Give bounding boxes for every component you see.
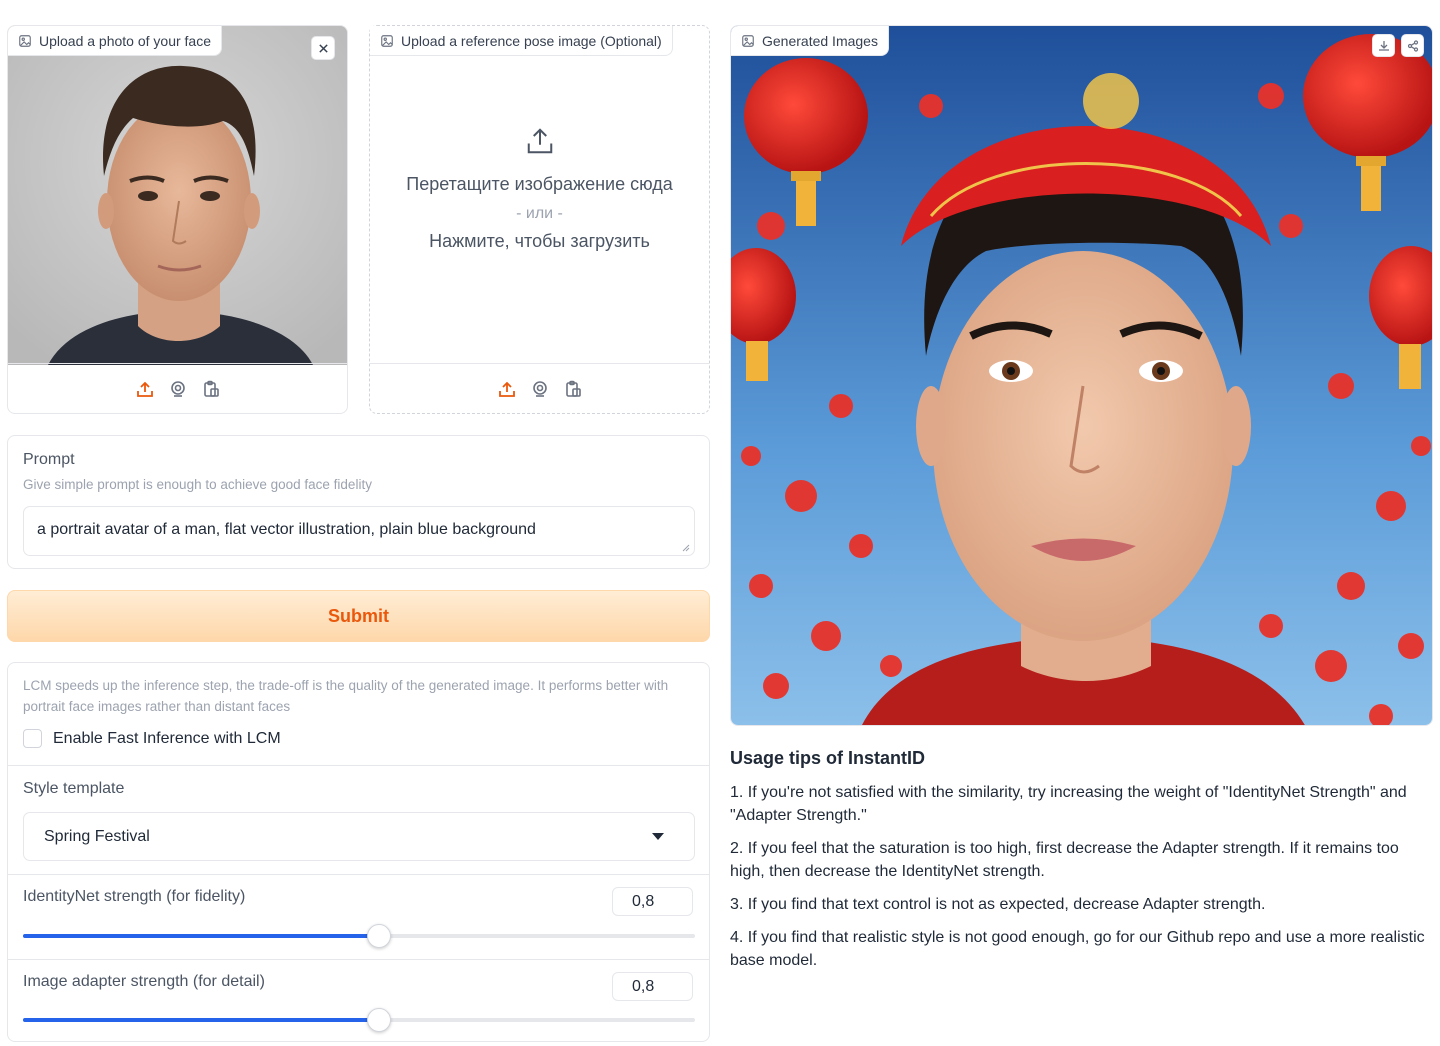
image-icon bbox=[19, 34, 31, 47]
generated-images-label: Generated Images bbox=[731, 26, 889, 56]
share-button[interactable] bbox=[1401, 34, 1424, 57]
prompt-label: Prompt bbox=[23, 451, 75, 468]
lcm-info: LCM speeds up the inference step, the tr… bbox=[23, 678, 669, 714]
identitynet-label: IdentityNet strength (for fidelity) bbox=[23, 888, 246, 905]
identitynet-slider[interactable] bbox=[23, 924, 695, 948]
prompt-input-value: a portrait avatar of a man, flat vector … bbox=[37, 521, 536, 538]
tip-item: 3. If you find that text control is not … bbox=[730, 896, 1266, 913]
face-upload-label-text: Upload a photo of your face bbox=[39, 32, 212, 49]
pose-source-icons bbox=[370, 363, 709, 413]
generated-images-panel: Generated Images bbox=[730, 25, 1433, 726]
clipboard-icon[interactable] bbox=[562, 378, 583, 399]
generated-image[interactable] bbox=[731, 26, 1432, 725]
adapter-slider[interactable] bbox=[23, 1008, 695, 1032]
webcam-icon[interactable] bbox=[529, 378, 550, 399]
adapter-label: Image adapter strength (for detail) bbox=[23, 973, 265, 990]
usage-tips: Usage tips of InstantID 1. If you're not… bbox=[730, 748, 1433, 982]
resize-grip-icon[interactable] bbox=[682, 544, 690, 552]
submit-button[interactable]: Submit bbox=[7, 590, 710, 642]
pose-upload-panel[interactable]: Upload a reference pose image (Optional)… bbox=[369, 25, 710, 414]
or-text: - или - bbox=[516, 205, 563, 222]
upload-icon bbox=[527, 128, 552, 154]
webcam-icon[interactable] bbox=[167, 378, 188, 399]
adapter-number-input[interactable]: 0,8 bbox=[612, 972, 693, 1001]
download-button[interactable] bbox=[1372, 34, 1395, 57]
identitynet-slider-fill bbox=[23, 934, 380, 938]
upload-icon[interactable] bbox=[134, 378, 155, 399]
divider bbox=[8, 959, 709, 960]
image-icon bbox=[381, 34, 393, 47]
lcm-checkbox[interactable] bbox=[23, 729, 42, 748]
identitynet-slider-thumb[interactable] bbox=[367, 924, 392, 948]
lcm-checkbox-label: Enable Fast Inference with LCM bbox=[53, 729, 281, 747]
face-photo bbox=[8, 26, 347, 365]
prompt-input[interactable]: a portrait avatar of a man, flat vector … bbox=[23, 506, 695, 556]
click-to-upload-text: Нажмите, чтобы загрузить bbox=[429, 231, 650, 251]
share-icon bbox=[1407, 39, 1418, 52]
clear-image-button[interactable] bbox=[311, 36, 335, 60]
divider bbox=[8, 765, 709, 766]
face-upload-label: Upload a photo of your face bbox=[8, 26, 223, 56]
prompt-info: Give simple prompt is enough to achieve … bbox=[23, 477, 372, 492]
identitynet-number-input[interactable]: 0,8 bbox=[612, 887, 693, 916]
pose-drop-zone[interactable]: Перетащите изображение сюда - или - Нажм… bbox=[370, 126, 709, 252]
close-icon bbox=[318, 43, 328, 53]
upload-icon[interactable] bbox=[496, 378, 517, 399]
face-source-icons bbox=[8, 363, 347, 413]
prompt-panel: Prompt Give simple prompt is enough to a… bbox=[7, 435, 710, 569]
face-upload-panel[interactable]: Upload a photo of your face bbox=[7, 25, 348, 414]
pose-upload-label: Upload a reference pose image (Optional) bbox=[370, 26, 673, 56]
generated-images-label-text: Generated Images bbox=[762, 32, 878, 49]
lcm-checkbox-row[interactable]: Enable Fast Inference with LCM bbox=[23, 729, 281, 748]
settings-panel: LCM speeds up the inference step, the tr… bbox=[7, 662, 710, 1042]
chevron-down-icon bbox=[652, 833, 664, 840]
adapter-slider-thumb[interactable] bbox=[367, 1008, 392, 1032]
clipboard-icon[interactable] bbox=[200, 378, 221, 399]
style-template-dropdown[interactable]: Spring Festival bbox=[23, 812, 695, 861]
generated-image-actions bbox=[1372, 34, 1424, 57]
usage-tips-title: Usage tips of InstantID bbox=[730, 748, 926, 768]
image-icon bbox=[742, 34, 754, 47]
style-template-label: Style template bbox=[23, 780, 125, 797]
tip-item: 1. If you're not satisfied with the simi… bbox=[730, 784, 1407, 824]
tip-item: 2. If you feel that the saturation is to… bbox=[730, 840, 1399, 880]
pose-upload-label-text: Upload a reference pose image (Optional) bbox=[401, 32, 662, 49]
tip-item: 4. If you find that realistic style is n… bbox=[730, 929, 1425, 969]
drop-text: Перетащите изображение сюда bbox=[406, 174, 673, 194]
style-template-value: Spring Festival bbox=[44, 827, 150, 845]
adapter-slider-fill bbox=[23, 1018, 380, 1022]
divider bbox=[8, 874, 709, 875]
download-icon bbox=[1378, 40, 1389, 51]
